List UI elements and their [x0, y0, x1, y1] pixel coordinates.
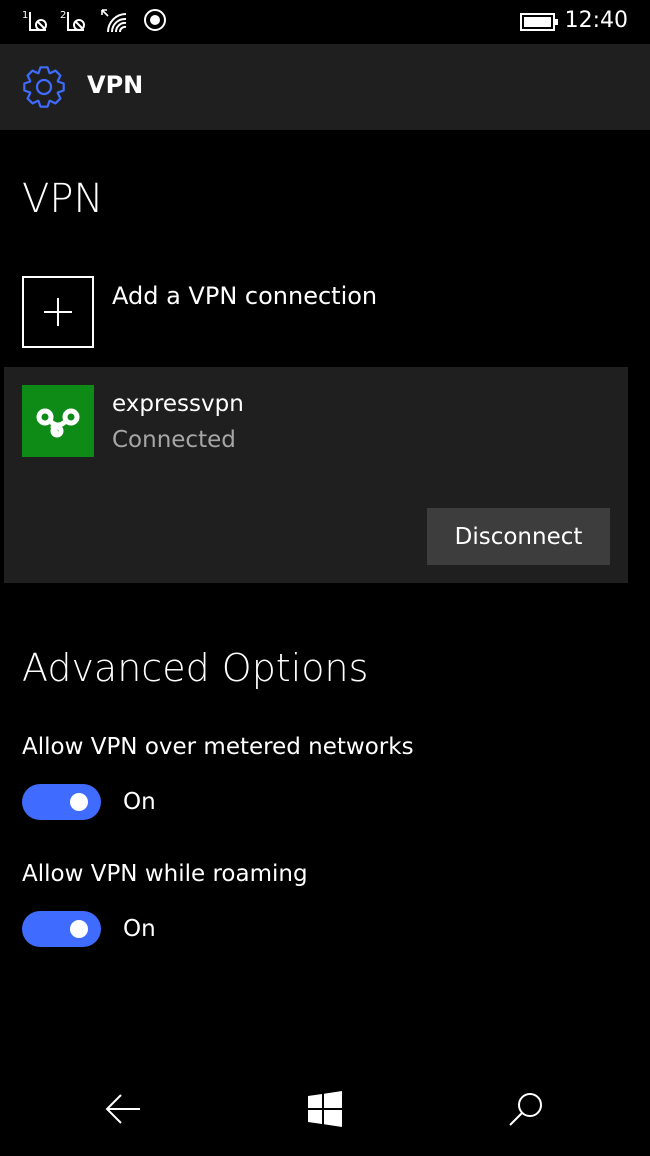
app-title: VPN — [87, 71, 144, 99]
battery-icon — [520, 12, 560, 36]
vpn-status: Connected — [112, 427, 236, 453]
back-button[interactable] — [63, 1066, 183, 1156]
sim1-no-signal-icon: 1 — [22, 8, 50, 38]
advanced-options-heading: Advanced Options — [22, 646, 369, 690]
roaming-label: Allow VPN while roaming — [22, 861, 308, 887]
svg-text:1: 1 — [22, 10, 28, 21]
app-bar: VPN — [0, 44, 650, 130]
windows-logo-icon — [307, 1091, 343, 1131]
metered-networks-state: On — [123, 789, 156, 815]
search-button[interactable] — [466, 1066, 586, 1156]
sim2-no-signal-icon: 2 — [60, 8, 88, 38]
vpn-name: expressvpn — [112, 391, 244, 417]
toggle-knob — [70, 920, 88, 938]
roaming-toggle[interactable] — [22, 911, 101, 947]
svg-text:2: 2 — [60, 10, 66, 21]
status-bar: 1 2 12:40 — [0, 0, 650, 44]
metered-networks-label: Allow VPN over metered networks — [22, 734, 414, 760]
add-vpn-connection-label: Add a VPN connection — [112, 282, 378, 310]
search-icon — [506, 1089, 546, 1133]
clock: 12:40 — [564, 8, 628, 33]
page-title: VPN — [22, 176, 104, 222]
location-icon — [143, 8, 169, 38]
toggle-knob — [70, 793, 88, 811]
navigation-bar — [0, 1066, 650, 1156]
vpn-connection-item[interactable]: expressvpn Connected Disconnect — [4, 367, 628, 583]
add-vpn-connection-button[interactable]: Add a VPN connection — [22, 276, 582, 348]
disconnect-button[interactable]: Disconnect — [427, 508, 610, 565]
roaming-state: On — [123, 916, 156, 942]
wifi-icon — [100, 8, 130, 38]
plus-icon — [22, 276, 94, 348]
expressvpn-logo-icon — [22, 385, 94, 457]
back-arrow-icon — [103, 1091, 143, 1131]
home-button[interactable] — [265, 1066, 385, 1156]
gear-icon — [21, 64, 67, 114]
metered-networks-toggle[interactable] — [22, 784, 101, 820]
